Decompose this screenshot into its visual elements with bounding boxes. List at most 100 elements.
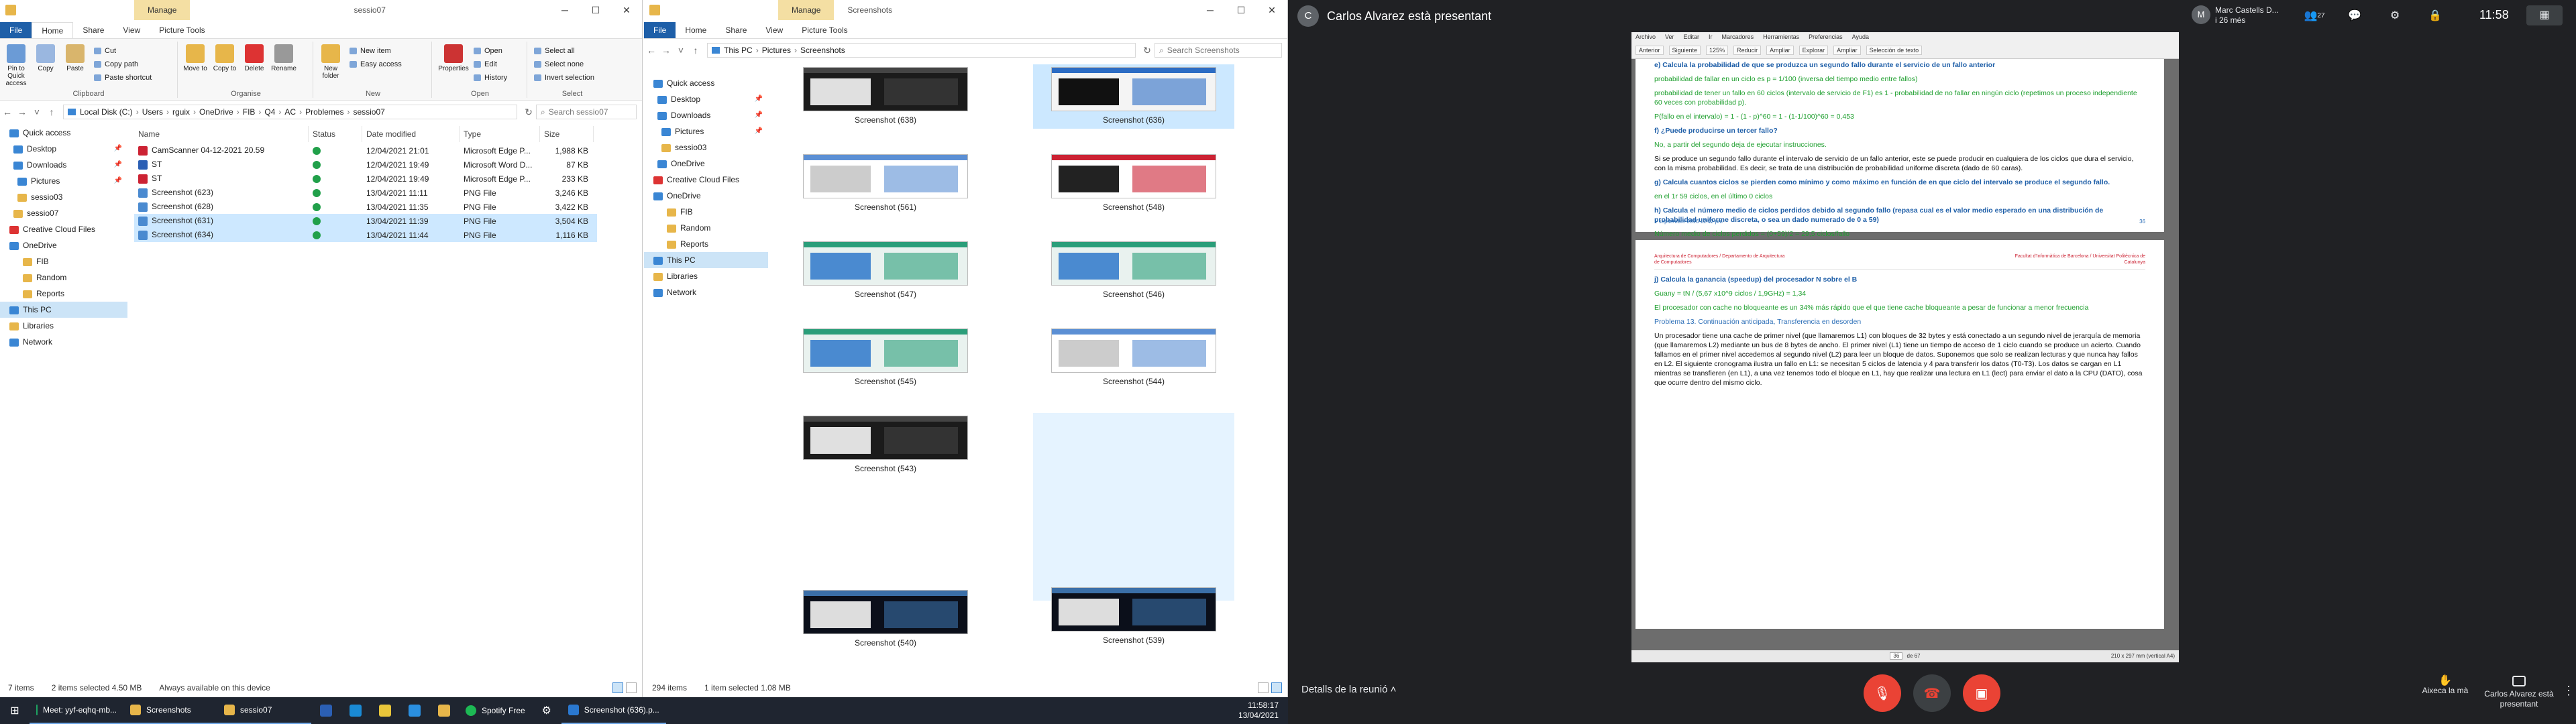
breadcrumb-item[interactable]: Problemes — [305, 107, 343, 117]
cut-button[interactable]: Cut — [94, 46, 116, 56]
close-icon[interactable]: ✕ — [1256, 0, 1287, 20]
settings-gear-icon[interactable]: ⚙ — [532, 697, 561, 724]
nav-item[interactable]: Reports — [0, 286, 127, 302]
breadcrumb-item[interactable]: OneDrive — [199, 107, 233, 117]
taskbar-clock[interactable]: 11:58:17 13/04/2021 — [1238, 701, 1288, 721]
mic-off-button[interactable]: 🎙 — [1864, 674, 1901, 712]
pin-quick-access-button[interactable]: Pin to Quick access — [3, 44, 30, 87]
thumbnail-item[interactable]: Screenshot (547) — [785, 239, 986, 303]
forward-arrow-icon[interactable]: → — [15, 107, 30, 117]
pdf-menu-item[interactable]: Ir — [1709, 34, 1713, 40]
lock-icon[interactable]: 🔒 — [2415, 7, 2455, 25]
sticky-notes-app-icon[interactable] — [370, 697, 400, 724]
breadcrumb-item[interactable]: Pictures — [762, 46, 791, 55]
camera-off-button[interactable]: ▣ — [1963, 674, 2000, 712]
file-row[interactable]: Screenshot (623) 13/04/2021 11:11 PNG File… — [134, 186, 597, 200]
nav-item[interactable]: Libraries — [644, 268, 768, 284]
file-row[interactable]: Screenshot (634) 13/04/2021 11:44 PNG File… — [134, 228, 597, 242]
file-row[interactable]: ST 12/04/2021 19:49 Microsoft Word D... 87 … — [134, 158, 597, 172]
recent-chevron-icon[interactable]: ˅ — [674, 45, 688, 56]
thumbnail-item[interactable]: Screenshot (638) — [785, 64, 986, 129]
nav-item[interactable]: Quick access — [644, 75, 768, 91]
vscode-app-icon[interactable] — [400, 697, 429, 724]
new-item-button[interactable]: New item — [350, 46, 391, 56]
nav-item[interactable]: This PC — [0, 302, 127, 318]
easy-access-button[interactable]: Easy access — [350, 59, 402, 70]
tab-home[interactable]: Home — [676, 22, 716, 38]
paste-shortcut-button[interactable]: Paste shortcut — [94, 72, 152, 83]
pdf-tool-button[interactable]: Explorar — [1799, 46, 1829, 55]
nav-item[interactable]: sessio03 — [0, 189, 127, 205]
taskbar-spotify[interactable]: Spotify Free — [459, 697, 532, 724]
copy-to-button[interactable]: Copy to — [211, 44, 238, 72]
pdf-menu-item[interactable]: Archivo — [1635, 34, 1656, 40]
manage-tab[interactable]: Manage — [134, 0, 191, 20]
pdf-menu-item[interactable]: Ver — [1665, 34, 1674, 40]
nav-item[interactable]: sessio07 — [0, 205, 127, 221]
pdf-tool-button[interactable]: Anterior — [1635, 46, 1664, 55]
tab-view[interactable]: View — [113, 22, 150, 38]
thumbnail-item[interactable]: Screenshot (546) — [1033, 239, 1234, 303]
thumbnail-item[interactable]: Screenshot (540) — [785, 587, 986, 652]
maximize-icon[interactable]: ☐ — [1226, 0, 1256, 20]
pdf-tool-button[interactable]: Selección de texto — [1866, 46, 1923, 55]
tab-view[interactable]: View — [756, 22, 792, 38]
word-app-icon[interactable] — [311, 697, 341, 724]
address-bar[interactable]: Local Disk (C:) › Users › rguix › OneDrive › FIB… — [63, 105, 517, 119]
forward-arrow-icon[interactable]: → — [659, 45, 674, 56]
pdf-tool-button[interactable]: Siguiente — [1668, 46, 1701, 55]
nav-item[interactable]: sessio03 — [644, 139, 768, 156]
thumbnails-view-icon[interactable] — [1271, 682, 1282, 693]
nav-item[interactable]: OneDrive — [0, 237, 127, 253]
back-arrow-icon[interactable]: ← — [0, 107, 15, 117]
file-row[interactable]: Screenshot (628) 13/04/2021 11:35 PNG File… — [134, 200, 597, 214]
minimize-icon[interactable]: ─ — [549, 0, 580, 20]
thumbnail-item[interactable]: Screenshot (548) — [1033, 152, 1234, 216]
file-row[interactable]: CamScanner 04-12-2021 20.59 12/04/2021 21… — [134, 143, 597, 158]
details-view-icon[interactable] — [612, 682, 623, 693]
thumbnail-item[interactable]: Screenshot (636) — [1033, 64, 1234, 129]
nav-item[interactable]: Creative Cloud Files — [0, 221, 127, 237]
breadcrumb-item[interactable]: Q4 — [264, 107, 275, 117]
select-none-button[interactable]: Select none — [534, 59, 584, 70]
column-size[interactable]: Size — [540, 126, 594, 142]
nav-item[interactable]: OneDrive — [644, 188, 768, 204]
activities-icon[interactable]: ⚙ — [2375, 7, 2415, 25]
page-input[interactable]: 36 — [1890, 652, 1903, 660]
pdf-menu-item[interactable]: Preferencias — [1809, 34, 1843, 40]
nav-item[interactable]: Network — [644, 284, 768, 300]
tab-share[interactable]: Share — [73, 22, 113, 38]
pdf-tool-button[interactable]: 125% — [1706, 46, 1729, 55]
file-row[interactable]: ST 12/04/2021 19:49 Microsoft Edge P... 233… — [134, 172, 597, 186]
close-icon[interactable]: ✕ — [611, 0, 642, 20]
tab-file[interactable]: File — [644, 22, 676, 38]
nav-item[interactable]: Quick access — [0, 125, 127, 141]
participants-icon[interactable]: 👥27 — [2294, 7, 2334, 25]
refresh-icon[interactable]: ↻ — [521, 107, 536, 118]
maximize-icon[interactable]: ☐ — [580, 0, 611, 20]
breadcrumb-item[interactable]: This PC — [724, 46, 753, 55]
meeting-details-button[interactable]: Detalls de la reunió ˄ — [1301, 684, 1396, 695]
recent-chevron-icon[interactable]: ˅ — [30, 107, 44, 117]
refresh-icon[interactable]: ↻ — [1140, 45, 1155, 56]
nav-item[interactable]: Downloads 📌 — [644, 107, 768, 123]
open-button[interactable]: Open — [474, 46, 502, 56]
title-bar[interactable]: Manage Screenshots ─ ☐ ✕ — [644, 0, 1287, 20]
delete-button[interactable]: Delete — [241, 44, 268, 72]
tab-picture-tools[interactable]: Picture Tools — [792, 22, 857, 38]
paste-button[interactable]: Paste — [62, 44, 89, 72]
details-view-icon[interactable] — [1258, 682, 1269, 693]
start-button[interactable]: ⊞ — [0, 697, 30, 724]
nav-item[interactable]: Libraries — [0, 318, 127, 334]
nav-item[interactable]: OneDrive — [644, 156, 768, 172]
tab-share[interactable]: Share — [716, 22, 756, 38]
nav-item[interactable]: Desktop 📌 — [0, 141, 127, 157]
thumbnail-item[interactable]: Screenshot (539) — [1033, 413, 1234, 645]
address-bar[interactable]: This PC › Pictures › Screenshots — [707, 43, 1136, 58]
pdf-menu-item[interactable]: Editar — [1684, 34, 1700, 40]
taskbar-photos[interactable]: Screenshot (636).p... — [561, 697, 666, 724]
pdf-menu-item[interactable]: Marcadores — [1722, 34, 1754, 40]
presenting-button[interactable]: Carlos Alvarez està presentant — [2475, 676, 2563, 709]
nav-item[interactable]: Network — [0, 334, 127, 350]
up-arrow-icon[interactable]: ↑ — [688, 45, 703, 56]
